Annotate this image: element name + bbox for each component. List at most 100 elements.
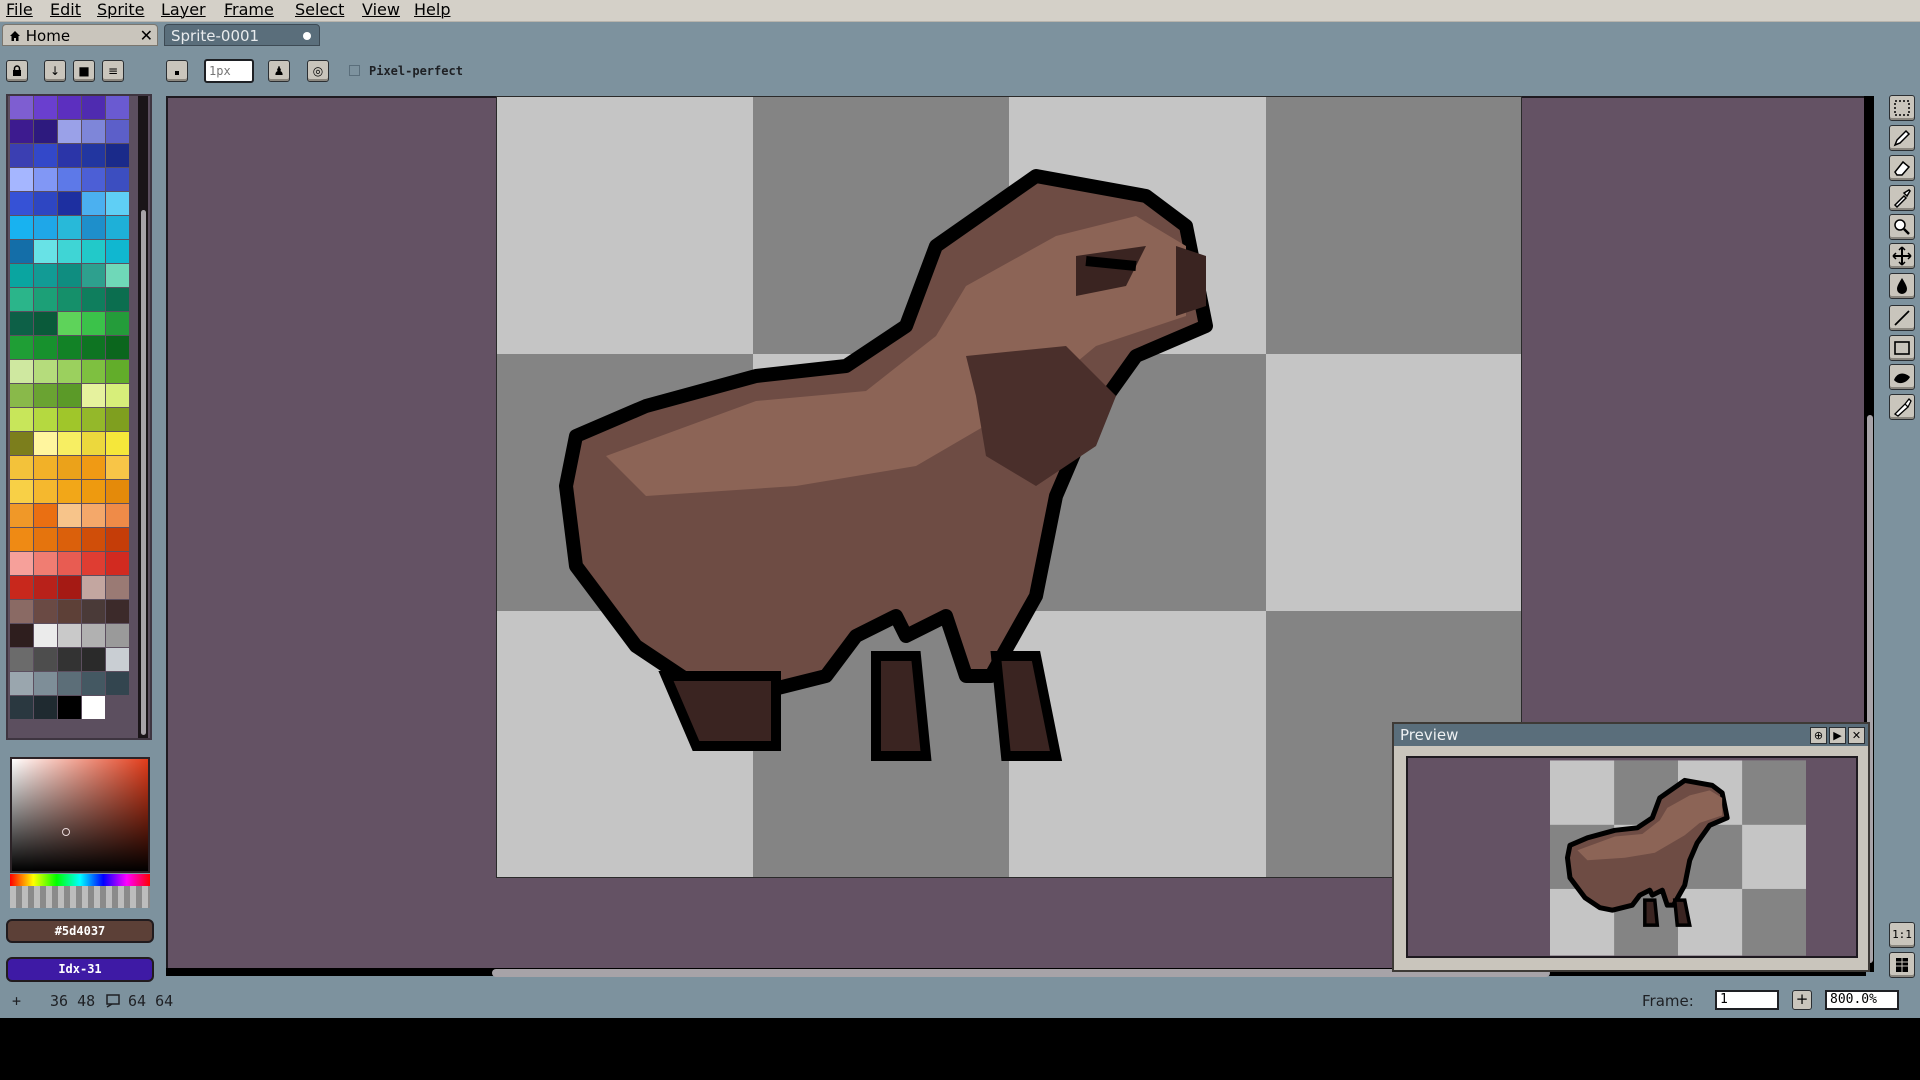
palette-swatch[interactable] [58, 576, 81, 599]
palette-swatch[interactable] [34, 552, 57, 575]
palette-swatch[interactable] [106, 96, 129, 119]
palette-swatch[interactable] [82, 408, 105, 431]
palette-swatch[interactable] [34, 336, 57, 359]
palette-swatch[interactable] [10, 288, 33, 311]
frame-input[interactable]: 1 [1715, 990, 1779, 1010]
palette-swatch[interactable] [34, 528, 57, 551]
stop-icon[interactable]: ■ [73, 60, 95, 82]
pixel-perfect-checkbox[interactable] [349, 65, 360, 76]
palette-swatch[interactable] [58, 264, 81, 287]
alpha-slider[interactable] [10, 886, 150, 908]
palette-swatch[interactable] [106, 648, 129, 671]
palette-swatch[interactable] [58, 312, 81, 335]
palette-swatch[interactable] [106, 336, 129, 359]
preview-center-icon[interactable]: ⊕ [1810, 727, 1827, 744]
palette-swatch[interactable] [106, 312, 129, 335]
palette-swatch[interactable] [10, 384, 33, 407]
palette-swatch[interactable] [106, 456, 129, 479]
palette-swatch[interactable] [58, 240, 81, 263]
zoom-1-1-button[interactable]: 1:1 [1889, 922, 1915, 948]
palette-swatch[interactable] [10, 96, 33, 119]
palette-swatch[interactable] [34, 168, 57, 191]
palette-swatch[interactable] [106, 504, 129, 527]
menu-select[interactable]: Select [295, 0, 344, 21]
palette-swatch[interactable] [34, 192, 57, 215]
palette-swatch[interactable] [34, 144, 57, 167]
palette-swatch[interactable] [10, 576, 33, 599]
palette-swatch[interactable] [58, 504, 81, 527]
palette-swatch[interactable] [34, 288, 57, 311]
palette-swatch[interactable] [10, 192, 33, 215]
palette-swatch[interactable] [58, 456, 81, 479]
palette-swatch[interactable] [58, 192, 81, 215]
palette-swatch[interactable] [58, 120, 81, 143]
zoom-input[interactable]: 800.0% [1825, 990, 1899, 1010]
palette-swatch[interactable] [82, 168, 105, 191]
slice-tool-icon[interactable] [1889, 394, 1915, 420]
palette-swatch[interactable] [10, 648, 33, 671]
palette-swatch[interactable] [10, 240, 33, 263]
palette-swatch[interactable] [58, 168, 81, 191]
palette-swatch[interactable] [82, 576, 105, 599]
menu-sprite[interactable]: Sprite [97, 0, 144, 21]
zoom-tool-icon[interactable] [1889, 214, 1915, 240]
palette-swatch[interactable] [82, 528, 105, 551]
palette-swatch[interactable] [106, 552, 129, 575]
palette-swatch[interactable] [34, 360, 57, 383]
pressure-icon[interactable]: ◎ [307, 60, 329, 82]
palette-swatch[interactable] [58, 672, 81, 695]
palette-swatch[interactable] [10, 480, 33, 503]
palette-swatch[interactable] [106, 288, 129, 311]
palette-swatch[interactable] [106, 600, 129, 623]
color-saturation-box[interactable] [10, 757, 150, 873]
palette-swatch[interactable] [58, 144, 81, 167]
palette-swatch[interactable] [10, 600, 33, 623]
palette-swatch[interactable] [82, 600, 105, 623]
sprite-canvas[interactable] [496, 96, 1522, 878]
palette-swatch[interactable] [82, 552, 105, 575]
palette-swatch[interactable] [10, 672, 33, 695]
hue-slider[interactable] [10, 874, 150, 886]
palette-swatch[interactable] [82, 192, 105, 215]
palette-swatch[interactable] [10, 360, 33, 383]
palette-swatch[interactable] [10, 336, 33, 359]
palette-swatch[interactable] [106, 480, 129, 503]
eraser-tool-icon[interactable] [1889, 155, 1915, 181]
palette-swatch[interactable] [106, 384, 129, 407]
palette-swatch[interactable] [106, 216, 129, 239]
palette-swatch[interactable] [34, 456, 57, 479]
palette-swatch[interactable] [58, 432, 81, 455]
palette-swatch[interactable] [10, 168, 33, 191]
palette-swatch[interactable] [82, 144, 105, 167]
palette-swatch[interactable] [34, 216, 57, 239]
palette-swatch[interactable] [82, 312, 105, 335]
menu-frame[interactable]: Frame [224, 0, 274, 21]
menu-layer[interactable]: Layer [161, 0, 206, 21]
brush-size-input[interactable] [204, 59, 254, 83]
palette-swatch[interactable] [34, 264, 57, 287]
palette-swatch[interactable] [10, 456, 33, 479]
palette-swatch[interactable] [82, 240, 105, 263]
palette-swatch[interactable] [34, 240, 57, 263]
palette-swatch[interactable] [82, 384, 105, 407]
close-icon[interactable]: ✕ [1848, 727, 1865, 744]
palette-swatch[interactable] [82, 216, 105, 239]
palette-swatch[interactable] [10, 624, 33, 647]
hex-color-field[interactable]: #5d4037 [6, 919, 154, 943]
palette-swatch[interactable] [106, 120, 129, 143]
pencil-tool-icon[interactable] [1889, 125, 1915, 151]
menu-edit[interactable]: Edit [50, 0, 81, 21]
palette-swatch[interactable] [106, 432, 129, 455]
palette-swatch[interactable] [82, 264, 105, 287]
unsaved-dot-icon[interactable] [303, 32, 311, 40]
tab-sprite[interactable]: Sprite-0001 [164, 24, 320, 46]
palette-swatch[interactable] [58, 624, 81, 647]
palette-swatch[interactable] [82, 288, 105, 311]
palette-swatch[interactable] [82, 648, 105, 671]
palette-swatch[interactable] [34, 624, 57, 647]
add-frame-button[interactable]: + [1792, 990, 1812, 1010]
lock-icon[interactable] [6, 60, 28, 82]
palette-swatch[interactable] [58, 408, 81, 431]
palette-swatch[interactable] [58, 216, 81, 239]
menu-lines-icon[interactable]: ≡ [102, 60, 124, 82]
